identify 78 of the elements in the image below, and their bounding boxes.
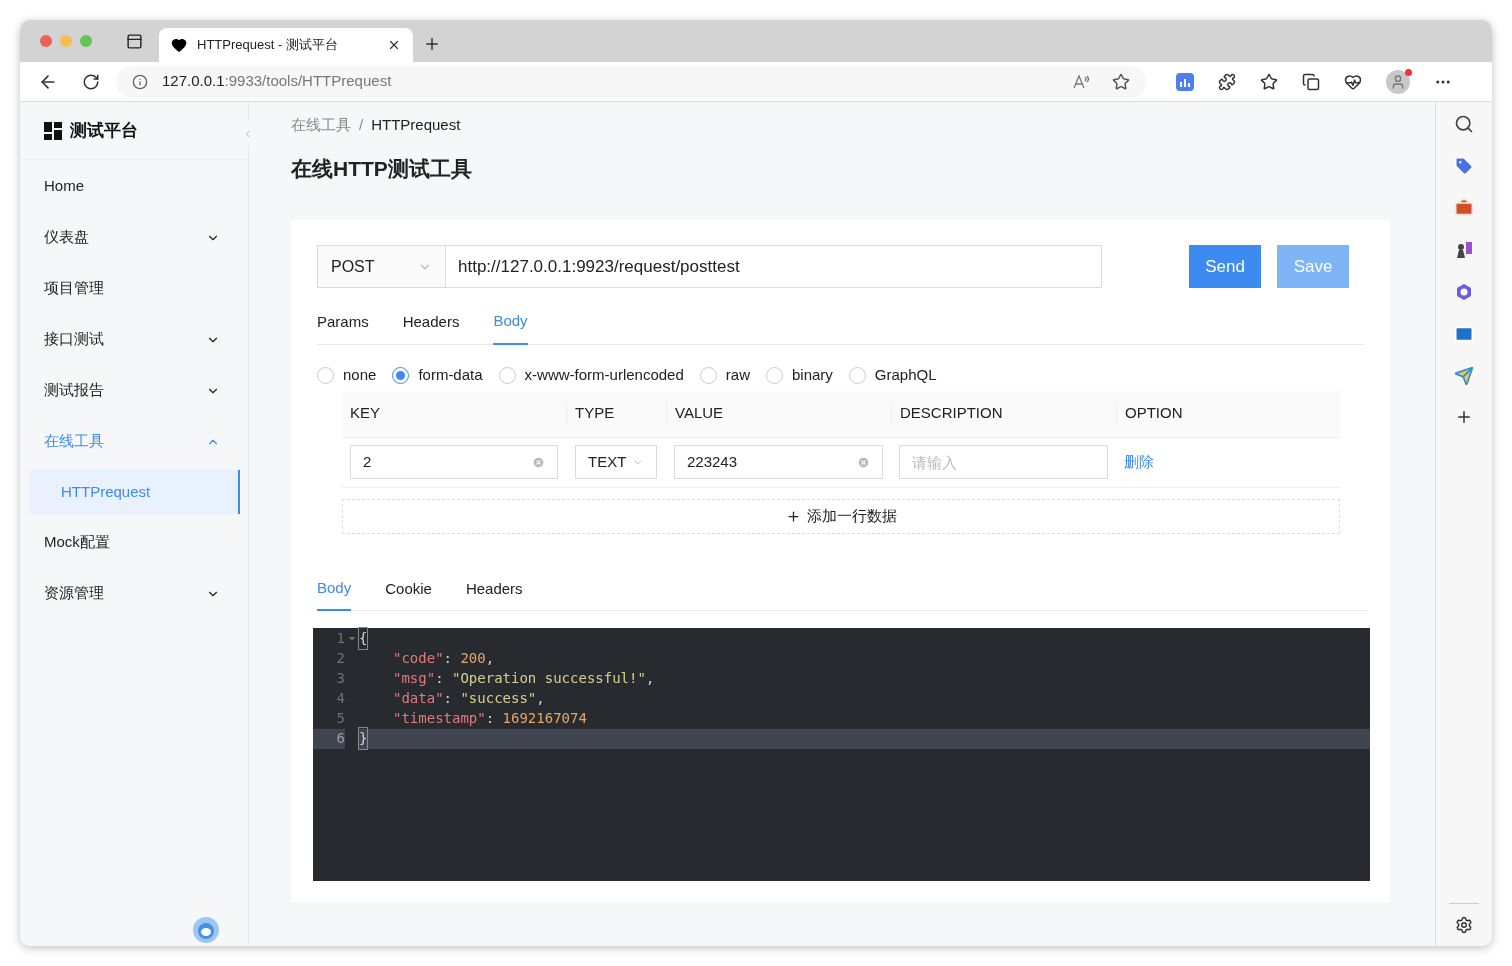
settings-icon[interactable] <box>1455 916 1473 934</box>
collections-icon[interactable] <box>1302 72 1320 91</box>
response-tab[interactable]: Cookie <box>385 573 432 611</box>
radio-label: form-data <box>418 365 483 385</box>
fold-arrow-icon[interactable] <box>349 636 355 641</box>
radio-label: none <box>343 365 377 385</box>
logo-text: 测试平台 <box>70 119 138 142</box>
menu-item[interactable]: 测试报告 <box>20 365 248 416</box>
breadcrumb-separator: / <box>359 115 364 135</box>
new-tab-icon[interactable] <box>423 35 441 53</box>
menu-item[interactable]: Home <box>20 161 248 212</box>
response-tab[interactable]: Headers <box>465 573 523 611</box>
radio-label: x-www-form-urlencoded <box>524 365 684 385</box>
address-bar[interactable]: 127.0.0.1:9933/tools/HTTPrequest <box>116 65 1146 98</box>
paper-plane-icon[interactable] <box>1454 366 1474 386</box>
code-editor[interactable]: 1 { 2 "code": 200, 3 "msg": "Operation successful!", 4 "data": "success", 5 "timestamp": 1692167074 6 } <box>313 627 1370 881</box>
breadcrumb-current: HTTPrequest <box>371 115 461 135</box>
favorites-icon[interactable] <box>1260 72 1278 91</box>
line-number: 3 <box>335 669 345 688</box>
type-select[interactable]: TEXT <box>575 445 657 479</box>
code-text: "code": 200, <box>392 649 496 668</box>
heart-icon <box>171 37 187 53</box>
column-header: VALUE <box>666 402 891 425</box>
line-number: 6 <box>313 728 345 749</box>
description-field[interactable]: 请输入 <box>899 445 1108 479</box>
url-field[interactable]: http://127.0.0.1:9923/request/posttest <box>446 245 1102 288</box>
column-header: DESCRIPTION <box>891 402 1116 425</box>
radio-label: binary <box>791 365 833 385</box>
grid-logo-icon <box>44 121 62 140</box>
menu-item[interactable]: 项目管理 <box>20 263 248 314</box>
line-number: 5 <box>335 709 345 728</box>
add-favorite-icon[interactable] <box>1112 72 1130 91</box>
line-number: 4 <box>335 689 345 708</box>
browser-tab[interactable]: HTTPrequest - 测试平台 <box>159 28 413 62</box>
request-tab[interactable]: Headers <box>402 306 460 345</box>
mascot-avatar-icon <box>193 917 219 943</box>
menu-item[interactable]: 仪表盘 <box>20 212 248 263</box>
column-header: OPTION <box>1116 402 1341 425</box>
menu-item[interactable]: Mock配置 <box>20 517 248 568</box>
radio-label: GraphQL <box>874 365 937 385</box>
code-text: "msg": "Operation successful!", <box>392 669 656 688</box>
value-field[interactable]: 223243 <box>674 445 883 479</box>
code-text: "timestamp": 1692167074 <box>392 709 588 728</box>
menu-item[interactable]: 资源管理 <box>20 568 248 619</box>
add-icon[interactable] <box>1455 408 1473 426</box>
code-text: "data": "success", <box>392 689 546 708</box>
plus-icon <box>785 508 801 524</box>
reload-icon[interactable] <box>82 72 100 91</box>
read-aloud-icon[interactable] <box>1072 72 1090 91</box>
search-icon[interactable] <box>1454 114 1474 134</box>
ring-logo-icon[interactable] <box>1454 282 1474 302</box>
briefcase-icon[interactable] <box>1454 198 1474 218</box>
add-row-button[interactable]: 添加一行数据 <box>342 498 1340 534</box>
bar-chart-icon[interactable] <box>1176 72 1194 91</box>
request-tab[interactable]: Params <box>317 306 369 345</box>
delete-link[interactable]: 删除 <box>1124 452 1154 470</box>
response-tab[interactable]: Body <box>317 573 352 611</box>
tag-icon[interactable] <box>1454 156 1474 176</box>
column-header: TYPE <box>566 402 666 425</box>
url-text: 127.0.0.1:9933/tools/HTTPrequest <box>162 71 393 92</box>
code-text: } <box>359 728 1370 749</box>
extensions-icon[interactable] <box>1218 72 1236 91</box>
code-text: { <box>359 628 1370 649</box>
tab-title: HTTPrequest - 测试平台 <box>197 36 339 55</box>
radio-label: raw <box>725 365 750 385</box>
menu-item[interactable]: 接口测试 <box>20 314 248 365</box>
page-title: 在线HTTP测试工具 <box>291 155 473 182</box>
close-icon[interactable] <box>387 38 401 52</box>
profile-avatar[interactable] <box>1386 69 1410 94</box>
info-icon[interactable] <box>132 73 148 90</box>
tab-actions-icon[interactable] <box>126 32 143 50</box>
line-number: 1 <box>335 629 345 648</box>
column-header: KEY <box>349 403 381 424</box>
key-field[interactable]: 2 <box>350 445 558 479</box>
health-icon[interactable] <box>1344 72 1362 91</box>
chess-pieces-icon[interactable] <box>1454 240 1474 260</box>
line-number: 2 <box>335 649 345 668</box>
method-select[interactable]: POST <box>317 245 446 288</box>
